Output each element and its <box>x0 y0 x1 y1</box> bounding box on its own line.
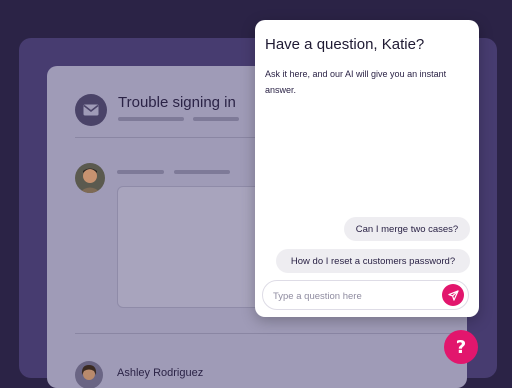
chat-subtitle: Ask it here, and our AI will give you an… <box>265 69 447 95</box>
chat-input-container <box>262 280 469 310</box>
agent-avatar <box>75 361 103 388</box>
question-input[interactable] <box>273 288 433 304</box>
send-icon <box>447 289 459 301</box>
placeholder-line <box>193 117 239 121</box>
mail-icon <box>75 94 107 126</box>
suggestion-merge-cases[interactable]: Can I merge two cases? <box>344 217 470 241</box>
avatar <box>75 163 105 193</box>
help-button[interactable]: ? <box>444 330 478 364</box>
send-button[interactable] <box>442 284 464 306</box>
chat-panel: Have a question, Katie? Ask it here, and… <box>255 20 479 317</box>
placeholder-line <box>117 170 164 174</box>
placeholder-line <box>118 117 184 121</box>
ticket-title: Trouble signing in <box>118 94 236 111</box>
agent-name: Ashley Rodriguez <box>117 367 204 379</box>
chat-title: Have a question, Katie? <box>265 36 425 53</box>
divider <box>75 333 467 334</box>
placeholder-line <box>174 170 230 174</box>
suggestion-reset-password[interactable]: How do I reset a customers password? <box>276 249 470 273</box>
